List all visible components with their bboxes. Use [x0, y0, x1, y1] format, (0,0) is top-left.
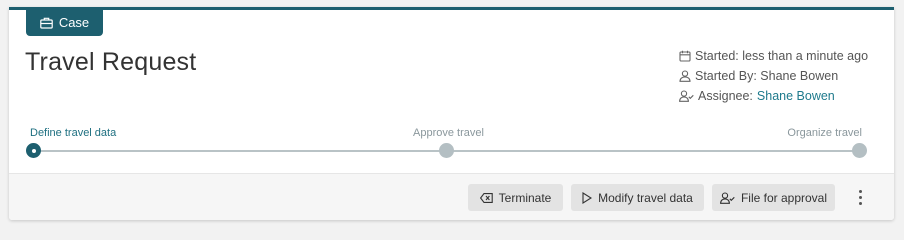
case-tab-label: Case	[58, 15, 90, 30]
backspace-icon	[479, 192, 493, 203]
started-text: Started: less than a minute ago	[695, 49, 869, 63]
play-icon	[582, 191, 593, 204]
started-by-text: Started By: Shane Bowen	[695, 69, 839, 83]
case-meta: Started: less than a minute ago Started …	[679, 46, 868, 106]
user-check-icon	[679, 90, 694, 102]
file-for-approval-button[interactable]: File for approval	[712, 184, 835, 211]
assignee-link[interactable]: Shane Bowen	[757, 89, 835, 103]
user-icon	[679, 70, 691, 82]
terminate-label: Terminate	[498, 190, 552, 205]
calendar-icon	[679, 50, 691, 62]
stage-dot-define[interactable]	[26, 143, 41, 158]
stage-dot-approve[interactable]	[439, 143, 454, 158]
stage-label-define: Define travel data	[30, 127, 117, 139]
assignee-label: Assignee:	[698, 89, 753, 103]
stage-label-approve: Approve travel	[413, 127, 484, 139]
more-vertical-icon	[858, 189, 862, 193]
page-title: Travel Request	[25, 48, 197, 76]
terminate-button[interactable]: Terminate	[468, 184, 563, 211]
stage-label-organize: Organize travel	[787, 127, 862, 139]
briefcase-icon	[40, 17, 53, 29]
modify-label: Modify travel data	[598, 190, 693, 205]
stage-dot-organize[interactable]	[852, 143, 867, 158]
user-check-icon	[720, 191, 735, 204]
modify-travel-data-button[interactable]: Modify travel data	[571, 184, 704, 211]
started-row: Started: less than a minute ago	[679, 46, 868, 66]
more-actions-button[interactable]	[852, 186, 868, 208]
assignee-row: Assignee: Shane Bowen	[679, 86, 868, 106]
file-approval-label: File for approval	[740, 190, 828, 205]
started-by-row: Started By: Shane Bowen	[679, 66, 868, 86]
case-tab[interactable]: Case	[26, 9, 103, 36]
